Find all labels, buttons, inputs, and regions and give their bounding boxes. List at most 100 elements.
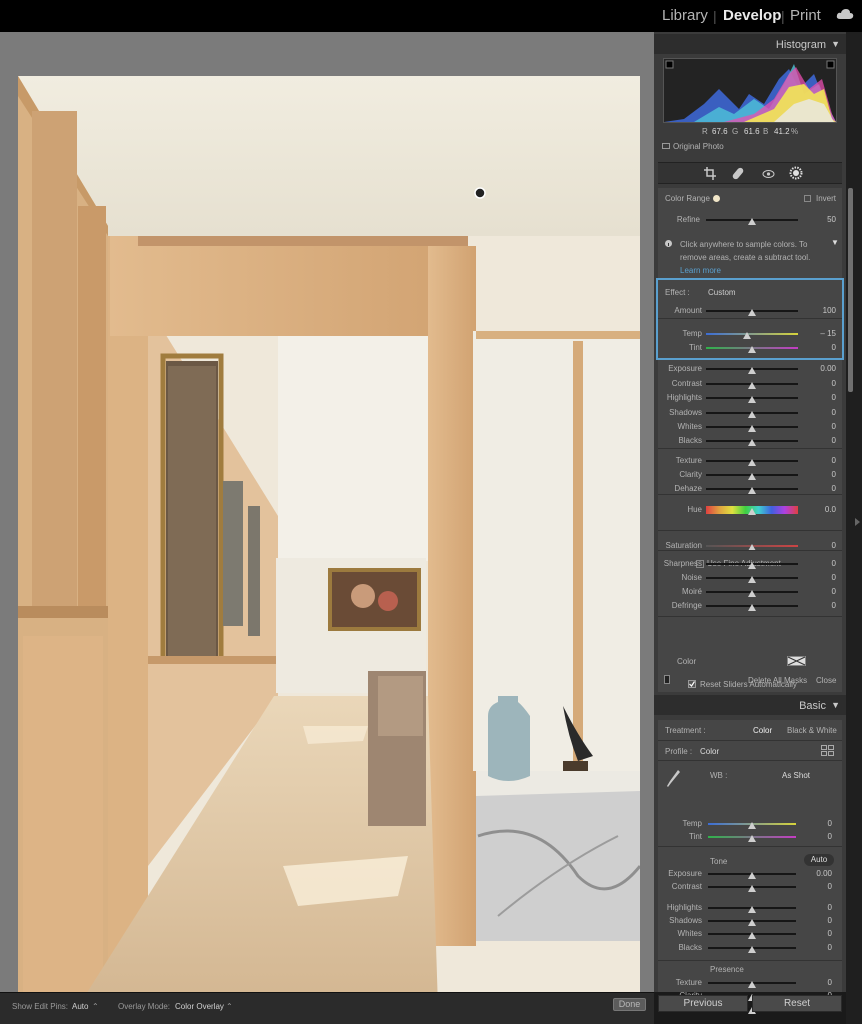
masking-icon[interactable] xyxy=(789,166,803,180)
wb-select[interactable]: As Shot xyxy=(782,771,810,780)
mask-defringe-label: Defringe xyxy=(671,601,702,610)
profile-select[interactable]: Color xyxy=(700,747,719,756)
treatment-bw-option[interactable]: Black & White xyxy=(787,726,837,735)
healing-icon[interactable] xyxy=(732,167,744,180)
mask-hue-slider-thumb[interactable] xyxy=(748,508,756,515)
hist-r-value: 67.6 xyxy=(712,127,728,136)
module-print[interactable]: Print xyxy=(790,7,821,24)
basic-highlights-slider-thumb[interactable] xyxy=(748,906,756,913)
collapse-panel-arrow[interactable] xyxy=(855,518,860,526)
image-canvas[interactable] xyxy=(0,32,654,1007)
red-eye-icon[interactable] xyxy=(762,167,775,180)
mask-defringe-value[interactable]: 0 xyxy=(806,601,836,610)
mask-close-button[interactable]: Close xyxy=(816,676,836,685)
mask-contrast-slider-thumb[interactable] xyxy=(748,382,756,389)
basic-exposure-value[interactable]: 0.00 xyxy=(802,869,832,878)
mask-shadows-value[interactable]: 0 xyxy=(806,408,836,417)
basic-whites-slider-thumb[interactable] xyxy=(748,932,756,939)
mask-moir-value[interactable]: 0 xyxy=(806,587,836,596)
histogram-header[interactable]: Histogram ▼ xyxy=(654,34,846,54)
panel-scrollbar[interactable] xyxy=(846,32,862,1024)
mask-sharpness-slider-thumb[interactable] xyxy=(748,562,756,569)
refine-value[interactable]: 50 xyxy=(806,215,836,224)
basic-shadows-value[interactable]: 0 xyxy=(802,916,832,925)
invert-checkbox[interactable] xyxy=(804,195,811,202)
reset-sliders-checkbox[interactable] xyxy=(688,680,696,688)
delete-all-masks-button[interactable]: Delete All Masks xyxy=(748,676,807,685)
mask-blacks-value[interactable]: 0 xyxy=(806,436,836,445)
mask-highlights-slider-thumb[interactable] xyxy=(748,396,756,403)
color-swatch[interactable] xyxy=(713,195,720,202)
module-separator: | xyxy=(713,8,717,24)
refine-slider-thumb[interactable] xyxy=(748,218,756,225)
mask-texture-value[interactable]: 0 xyxy=(806,456,836,465)
basic-texture-value[interactable]: 0 xyxy=(802,978,832,987)
mask-defringe-slider-thumb[interactable] xyxy=(748,604,756,611)
mask-moir-slider-thumb[interactable] xyxy=(748,590,756,597)
mask-shadows-slider-thumb[interactable] xyxy=(748,411,756,418)
mask-whites-value[interactable]: 0 xyxy=(806,422,836,431)
mask-hue-label: Hue xyxy=(687,505,702,514)
cloud-icon[interactable] xyxy=(836,8,854,20)
mask-highlights-value[interactable]: 0 xyxy=(806,393,836,402)
basic-tint-slider-thumb[interactable] xyxy=(748,835,756,842)
basic-header[interactable]: Basic ▼ xyxy=(654,695,846,715)
basic-blacks-slider-thumb[interactable] xyxy=(748,946,756,953)
mask-texture-label: Texture xyxy=(675,456,702,465)
module-develop[interactable]: Develop xyxy=(723,7,781,24)
original-photo-label: Original Photo xyxy=(673,142,724,151)
toolbar: Show Edit Pins: Auto ⌃ Overlay Mode: Col… xyxy=(0,992,654,1024)
toggle-icon[interactable] xyxy=(664,675,670,684)
basic-contrast-value[interactable]: 0 xyxy=(802,882,832,891)
triangle-down-icon: ▼ xyxy=(831,700,840,710)
previous-button[interactable]: Previous xyxy=(658,995,748,1012)
eyedropper-icon[interactable] xyxy=(666,768,682,790)
mask-sharpness-value[interactable]: 0 xyxy=(806,559,836,568)
treatment-color-option[interactable]: Color xyxy=(753,726,772,735)
divider xyxy=(658,740,842,741)
profile-browser-icon[interactable] xyxy=(821,745,834,756)
mask-whites-slider-thumb[interactable] xyxy=(748,425,756,432)
scrollbar-thumb[interactable] xyxy=(848,188,853,392)
basic-tint-value[interactable]: 0 xyxy=(802,832,832,841)
mask-whites-label: Whites xyxy=(677,422,702,431)
learn-more-link[interactable]: Learn more xyxy=(680,266,721,275)
original-photo-checkbox[interactable] xyxy=(662,143,670,149)
mask-dehaze-slider-thumb[interactable] xyxy=(748,487,756,494)
overlay-mode-select[interactable]: Color Overlay xyxy=(175,1002,224,1011)
basic-blacks-label: Blacks xyxy=(678,943,702,952)
mask-blacks-slider-thumb[interactable] xyxy=(748,439,756,446)
basic-shadows-label: Shadows xyxy=(669,916,702,925)
mask-dehaze-value[interactable]: 0 xyxy=(806,484,836,493)
mask-exposure-slider-thumb[interactable] xyxy=(748,367,756,374)
reset-button[interactable]: Reset xyxy=(752,995,842,1012)
mask-saturation-value[interactable]: 0 xyxy=(806,541,836,550)
mask-clarity-slider-thumb[interactable] xyxy=(748,473,756,480)
mask-noise-slider-thumb[interactable] xyxy=(748,576,756,583)
basic-highlights-value[interactable]: 0 xyxy=(802,903,832,912)
basic-shadows-slider-thumb[interactable] xyxy=(748,919,756,926)
right-panel: Histogram ▼ R 67.6 G 61.6 B 41.2 % Origi… xyxy=(654,32,846,1014)
mask-hue-value[interactable]: 0.0 xyxy=(806,505,836,514)
basic-temp-slider-thumb[interactable] xyxy=(748,822,756,829)
basic-exposure-slider-thumb[interactable] xyxy=(748,872,756,879)
mask-texture-slider-thumb[interactable] xyxy=(748,459,756,466)
basic-contrast-slider-thumb[interactable] xyxy=(748,885,756,892)
crop-icon[interactable] xyxy=(704,167,716,180)
mask-contrast-value[interactable]: 0 xyxy=(806,379,836,388)
module-library[interactable]: Library xyxy=(662,7,708,24)
basic-texture-slider-thumb[interactable] xyxy=(748,981,756,988)
done-button[interactable]: Done xyxy=(613,998,646,1011)
tool-strip xyxy=(658,162,842,184)
mask-clarity-value[interactable]: 0 xyxy=(806,470,836,479)
show-edit-pins-select[interactable]: Auto xyxy=(72,1002,88,1011)
photo-preview[interactable] xyxy=(18,76,640,1007)
mask-noise-value[interactable]: 0 xyxy=(806,573,836,582)
color-picker-swatch[interactable] xyxy=(787,656,806,666)
triangle-down-icon[interactable]: ▼ xyxy=(831,238,839,247)
basic-temp-value[interactable]: 0 xyxy=(802,819,832,828)
basic-blacks-value[interactable]: 0 xyxy=(802,943,832,952)
auto-tone-button[interactable]: Auto xyxy=(804,854,834,866)
basic-whites-value[interactable]: 0 xyxy=(802,929,832,938)
mask-exposure-value[interactable]: 0.00 xyxy=(806,364,836,373)
